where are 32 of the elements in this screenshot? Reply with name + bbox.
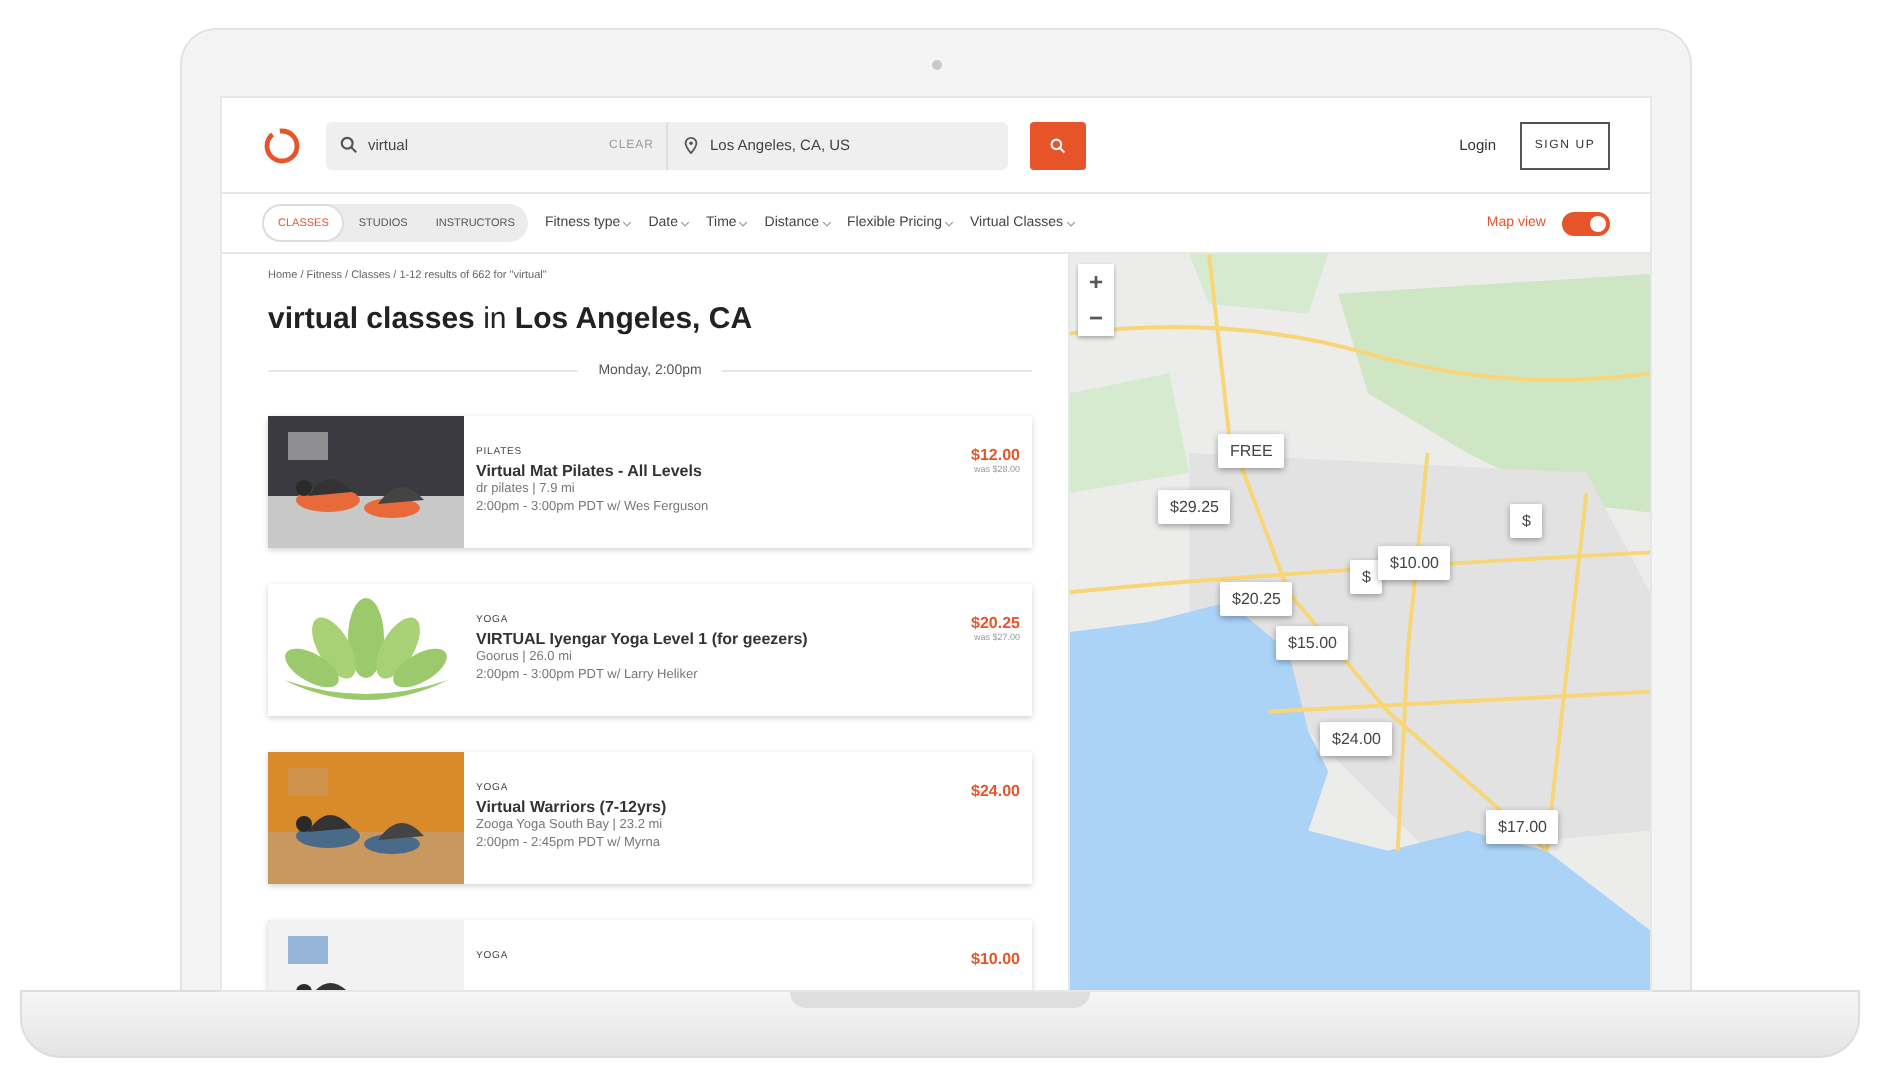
- price-pin[interactable]: $10.00: [1378, 546, 1451, 580]
- zoom-out-button[interactable]: −: [1078, 300, 1114, 336]
- price-pin[interactable]: $15.00: [1276, 626, 1349, 660]
- price-pin[interactable]: $: [1350, 560, 1383, 594]
- logo-icon: [262, 125, 302, 165]
- map-view-toggle[interactable]: [1562, 211, 1610, 235]
- price: $20.25: [971, 614, 1020, 632]
- price: $10.00: [971, 950, 1020, 968]
- page-title: virtual classes in Los Angeles, CA: [268, 302, 755, 336]
- price-pin[interactable]: $20.25: [1220, 582, 1293, 616]
- price-pin[interactable]: FREE: [1218, 434, 1285, 468]
- price-pin[interactable]: $: [1510, 504, 1543, 538]
- price: $24.00: [971, 782, 1020, 800]
- search-icon: [1050, 137, 1066, 153]
- class-name: Virtual Mat Pilates - All Levels: [476, 461, 704, 479]
- chevron-down-icon: [622, 219, 633, 227]
- price: $12.00: [971, 446, 1020, 464]
- class-name: Virtual Warriors (7-12yrs): [476, 797, 669, 815]
- price-pin[interactable]: $24.00: [1320, 722, 1393, 756]
- zoom-in-button[interactable]: +: [1078, 264, 1114, 300]
- camera-dot: [932, 60, 942, 70]
- chevron-down-icon: [680, 219, 690, 227]
- chevron-down-icon: [821, 219, 832, 227]
- class-name: VIRTUAL Iyengar Yoga Level 1 (for geezers): [476, 629, 810, 647]
- search-icon: [340, 136, 358, 154]
- price-pin[interactable]: $29.25: [1158, 490, 1231, 524]
- chevron-down-icon: [1065, 219, 1076, 227]
- price-pin[interactable]: $17.00: [1486, 810, 1559, 844]
- chevron-down-icon: [944, 219, 954, 227]
- search-button[interactable]: [1030, 121, 1086, 169]
- location-pin-icon: [682, 136, 700, 154]
- chevron-down-icon: [738, 219, 749, 227]
